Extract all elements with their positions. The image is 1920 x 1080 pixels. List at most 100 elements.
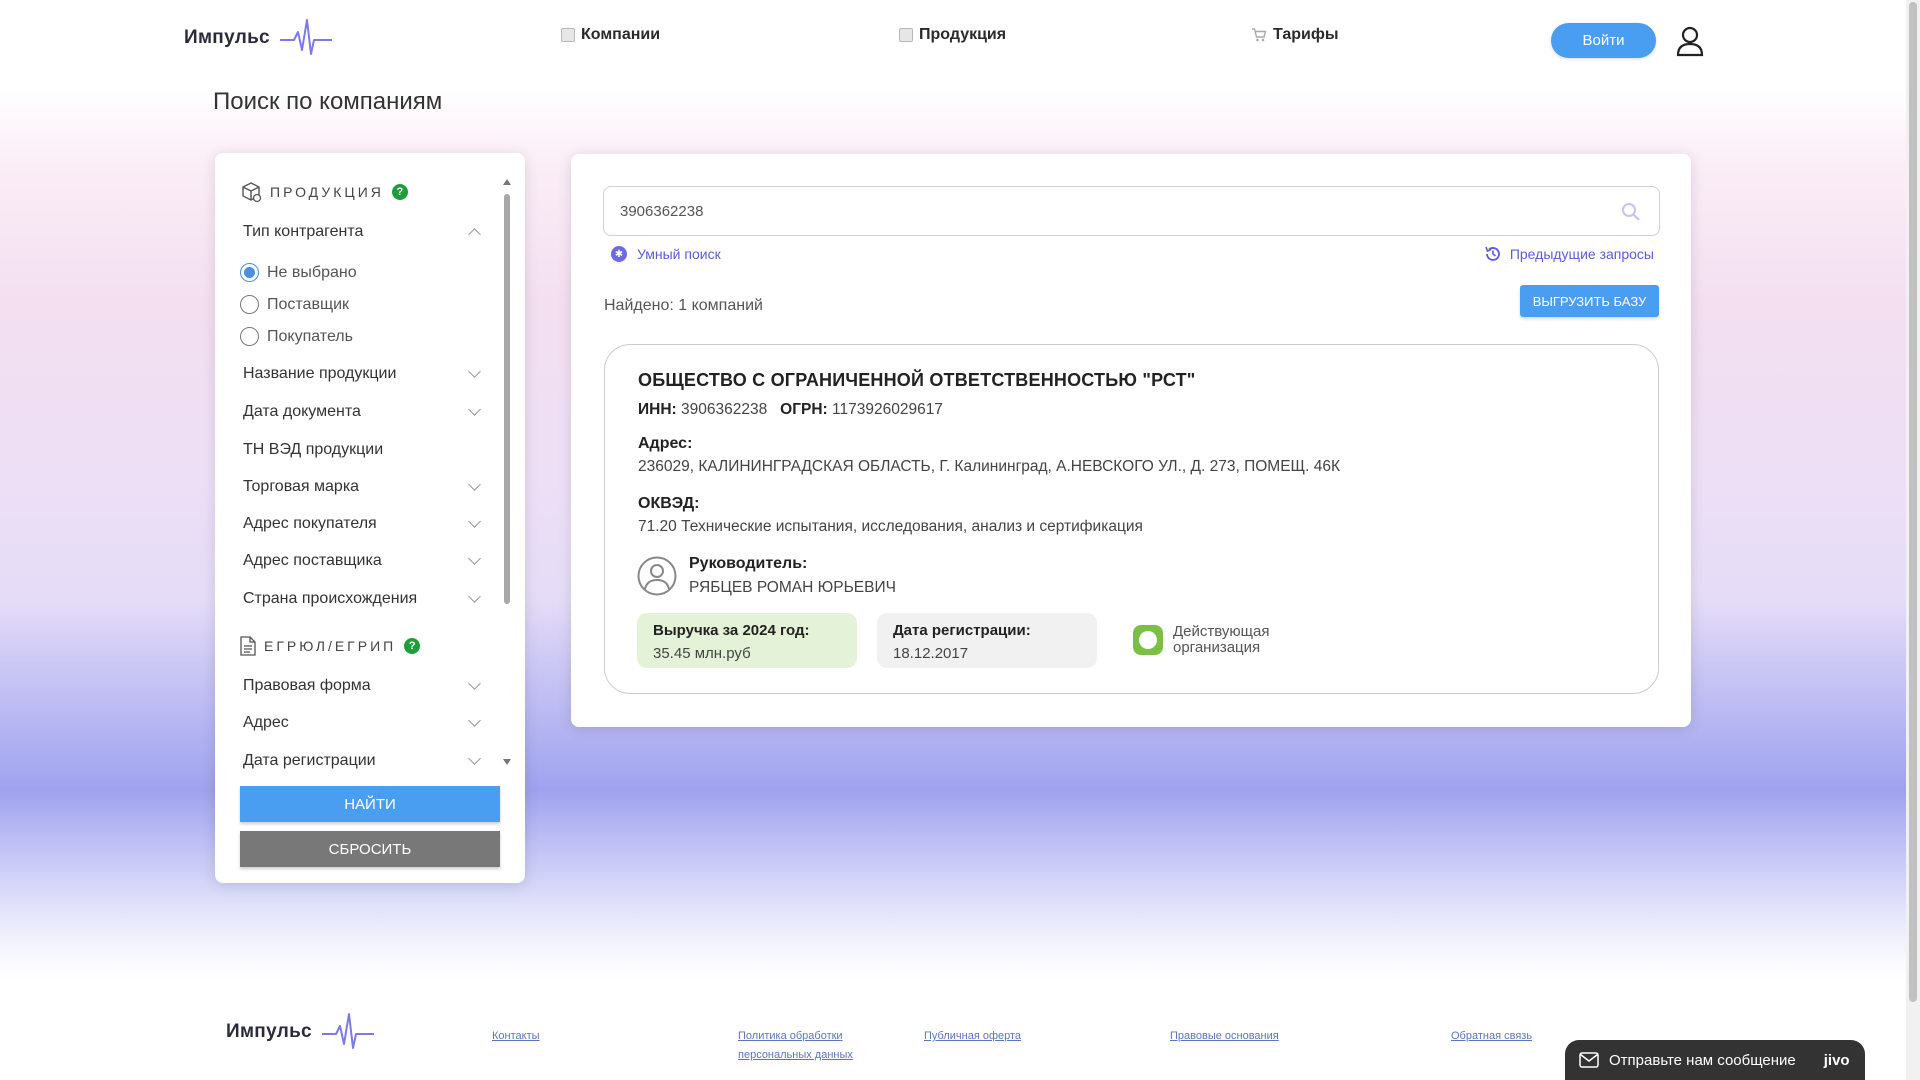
radio-supplier[interactable]: Поставщик: [240, 295, 349, 314]
jivo-brand: jivo: [1823, 1051, 1850, 1069]
filter-scroll-area[interactable]: ПРОДУКЦИЯ ? Тип контрагента Не выбрано П…: [215, 153, 515, 773]
nav-tariffs-label: Тарифы: [1273, 26, 1339, 43]
filter-trademark[interactable]: Торговая марка: [243, 478, 483, 496]
user-icon[interactable]: [1675, 25, 1705, 57]
chevron-down-icon: [468, 365, 481, 378]
filter-document-date[interactable]: Дата документа: [243, 403, 483, 421]
login-button[interactable]: Войти: [1551, 23, 1656, 58]
previous-queries-link[interactable]: Предыдущие запросы: [1484, 245, 1654, 263]
radio-button-checked[interactable]: [240, 263, 259, 282]
mail-icon: [1579, 1052, 1599, 1068]
search-input[interactable]: 3906362238: [603, 186, 1660, 236]
footer-link-privacy[interactable]: Политика обработки персональных данных: [738, 1027, 868, 1065]
pulse-logo-icon: [279, 19, 332, 55]
radio-not-selected[interactable]: Не выбрано: [240, 263, 357, 282]
filter-registration-date[interactable]: Дата регистрации: [243, 752, 483, 770]
nav-products-label: Продукция: [919, 26, 1007, 43]
filter-label: ТН ВЭД продукции: [243, 441, 384, 458]
footer-logo-text: Импульс: [226, 1021, 312, 1042]
filter-label: Название продукции: [243, 365, 397, 382]
scroll-down-arrow-icon[interactable]: [503, 759, 511, 765]
sidebar-scrollbar[interactable]: [503, 179, 511, 771]
chat-widget[interactable]: Отправьте нам сообщение jivo: [1565, 1040, 1865, 1080]
status-active-icon: [1133, 625, 1163, 655]
nav-tariffs[interactable]: Тарифы: [1251, 26, 1339, 44]
results-panel: 3906362238 ✱ Умный поиск Предыдущие запр…: [571, 154, 1691, 727]
chevron-down-icon: [468, 515, 481, 528]
scroll-thumb[interactable]: [504, 194, 510, 604]
chat-label: Отправьте нам сообщение: [1609, 1051, 1796, 1069]
filter-address[interactable]: Адрес: [243, 714, 483, 732]
filter-label: Торговая марка: [243, 478, 360, 495]
chevron-down-icon: [468, 714, 481, 727]
radio-button[interactable]: [240, 295, 259, 314]
page-scroll-thumb[interactable]: [1909, 2, 1917, 1002]
radio-label: Поставщик: [267, 295, 350, 313]
export-database-button[interactable]: ВЫГРУЗИТЬ БАЗУ: [1520, 285, 1659, 317]
filter-sidebar: ПРОДУКЦИЯ ? Тип контрагента Не выбрано П…: [215, 153, 525, 883]
reset-button[interactable]: СБРОСИТЬ: [240, 831, 500, 867]
section-products: ПРОДУКЦИЯ ?: [240, 181, 408, 203]
ogrn-value: 1173926029617: [832, 401, 943, 418]
registration-date-tile: Дата регистрации: 18.12.2017: [877, 613, 1097, 668]
cart-icon: [1252, 28, 1267, 42]
chevron-down-icon: [468, 478, 481, 491]
section-registry: ЕГРЮЛ/ЕГРИП ?: [240, 636, 421, 656]
nav-products[interactable]: Продукция: [899, 26, 1006, 44]
filter-legal-form[interactable]: Правовая форма: [243, 677, 483, 695]
okved-label: ОКВЭД:: [638, 495, 700, 512]
products-icon: [899, 28, 913, 42]
help-icon[interactable]: ?: [404, 638, 421, 654]
chevron-down-icon: [468, 403, 481, 416]
inn-value: 3906362238: [681, 401, 768, 418]
page-scrollbar[interactable]: [1906, 0, 1920, 1080]
previous-queries-label: Предыдущие запросы: [1509, 246, 1654, 262]
manager-name: РЯБЦЕВ РОМАН ЮРЬЕВИЧ: [689, 579, 896, 596]
filter-origin-country[interactable]: Страна происхождения: [243, 590, 483, 608]
company-card[interactable]: ОБЩЕСТВО С ОГРАНИЧЕННОЙ ОТВЕТСТВЕННОСТЬЮ…: [604, 344, 1659, 694]
radio-label: Покупатель: [267, 327, 353, 345]
filter-label: Дата регистрации: [243, 752, 376, 769]
company-name: ОБЩЕСТВО С ОГРАНИЧЕННОЙ ОТВЕТСТВЕННОСТЬЮ…: [638, 370, 1196, 390]
footer-logo[interactable]: Импульс: [226, 1012, 374, 1052]
footer-link-offer[interactable]: Публичная оферта: [924, 1027, 1021, 1046]
chevron-down-icon: [468, 590, 481, 603]
filter-label: Адрес: [243, 714, 289, 731]
registration-date-value: 18.12.2017: [893, 645, 969, 662]
address-label: Адрес:: [638, 435, 693, 452]
company-ids: ИНН: 3906362238 ОГРН: 1173926029617: [638, 401, 943, 419]
scroll-up-arrow-icon[interactable]: [503, 179, 511, 185]
revenue-value: 35.45 млн.руб: [653, 645, 751, 662]
help-icon[interactable]: ?: [391, 184, 408, 200]
footer-link-contacts[interactable]: Контакты: [492, 1027, 540, 1046]
smart-search-link[interactable]: ✱ Умный поиск: [611, 246, 721, 262]
pulse-logo-icon: [321, 1013, 374, 1049]
filter-tnved[interactable]: ТН ВЭД продукции: [243, 441, 483, 459]
find-button[interactable]: НАЙТИ: [240, 786, 500, 822]
company-status: Действующая организация: [1173, 623, 1270, 656]
filter-label: Правовая форма: [243, 677, 371, 694]
filter-supplier-address[interactable]: Адрес поставщика: [243, 552, 483, 570]
nav-companies-label: Компании: [581, 26, 661, 43]
chevron-up-icon: [468, 227, 481, 241]
filter-counterparty-type[interactable]: Тип контрагента: [243, 223, 483, 241]
footer-link-feedback[interactable]: Обратная связь: [1451, 1027, 1532, 1046]
chevron-down-icon: [468, 752, 481, 765]
section-products-title: ПРОДУКЦИЯ: [270, 184, 384, 200]
revenue-tile: Выручка за 2024 год: 35.45 млн.руб: [637, 613, 857, 668]
chevron-down-icon: [468, 677, 481, 690]
radio-buyer[interactable]: Покупатель: [240, 327, 353, 346]
logo[interactable]: Импульс: [184, 18, 332, 58]
filter-label: Адрес поставщика: [243, 552, 382, 569]
footer-link-legal[interactable]: Правовые основания: [1170, 1027, 1279, 1046]
filter-buyer-address[interactable]: Адрес покупателя: [243, 515, 483, 533]
okved-value: 71.20 Технические испытания, исследовани…: [638, 518, 1143, 535]
header: Импульс Компании Продукция Тарифы Войти: [0, 0, 1920, 80]
nav-companies[interactable]: Компании: [561, 26, 660, 44]
page-title: Поиск по компаниям: [213, 88, 443, 115]
radio-button[interactable]: [240, 327, 259, 346]
filter-product-name[interactable]: Название продукции: [243, 365, 483, 383]
radio-label: Не выбрано: [267, 263, 357, 281]
results-count: Найдено: 1 компаний: [604, 297, 763, 314]
search-icon[interactable]: [1621, 202, 1641, 222]
